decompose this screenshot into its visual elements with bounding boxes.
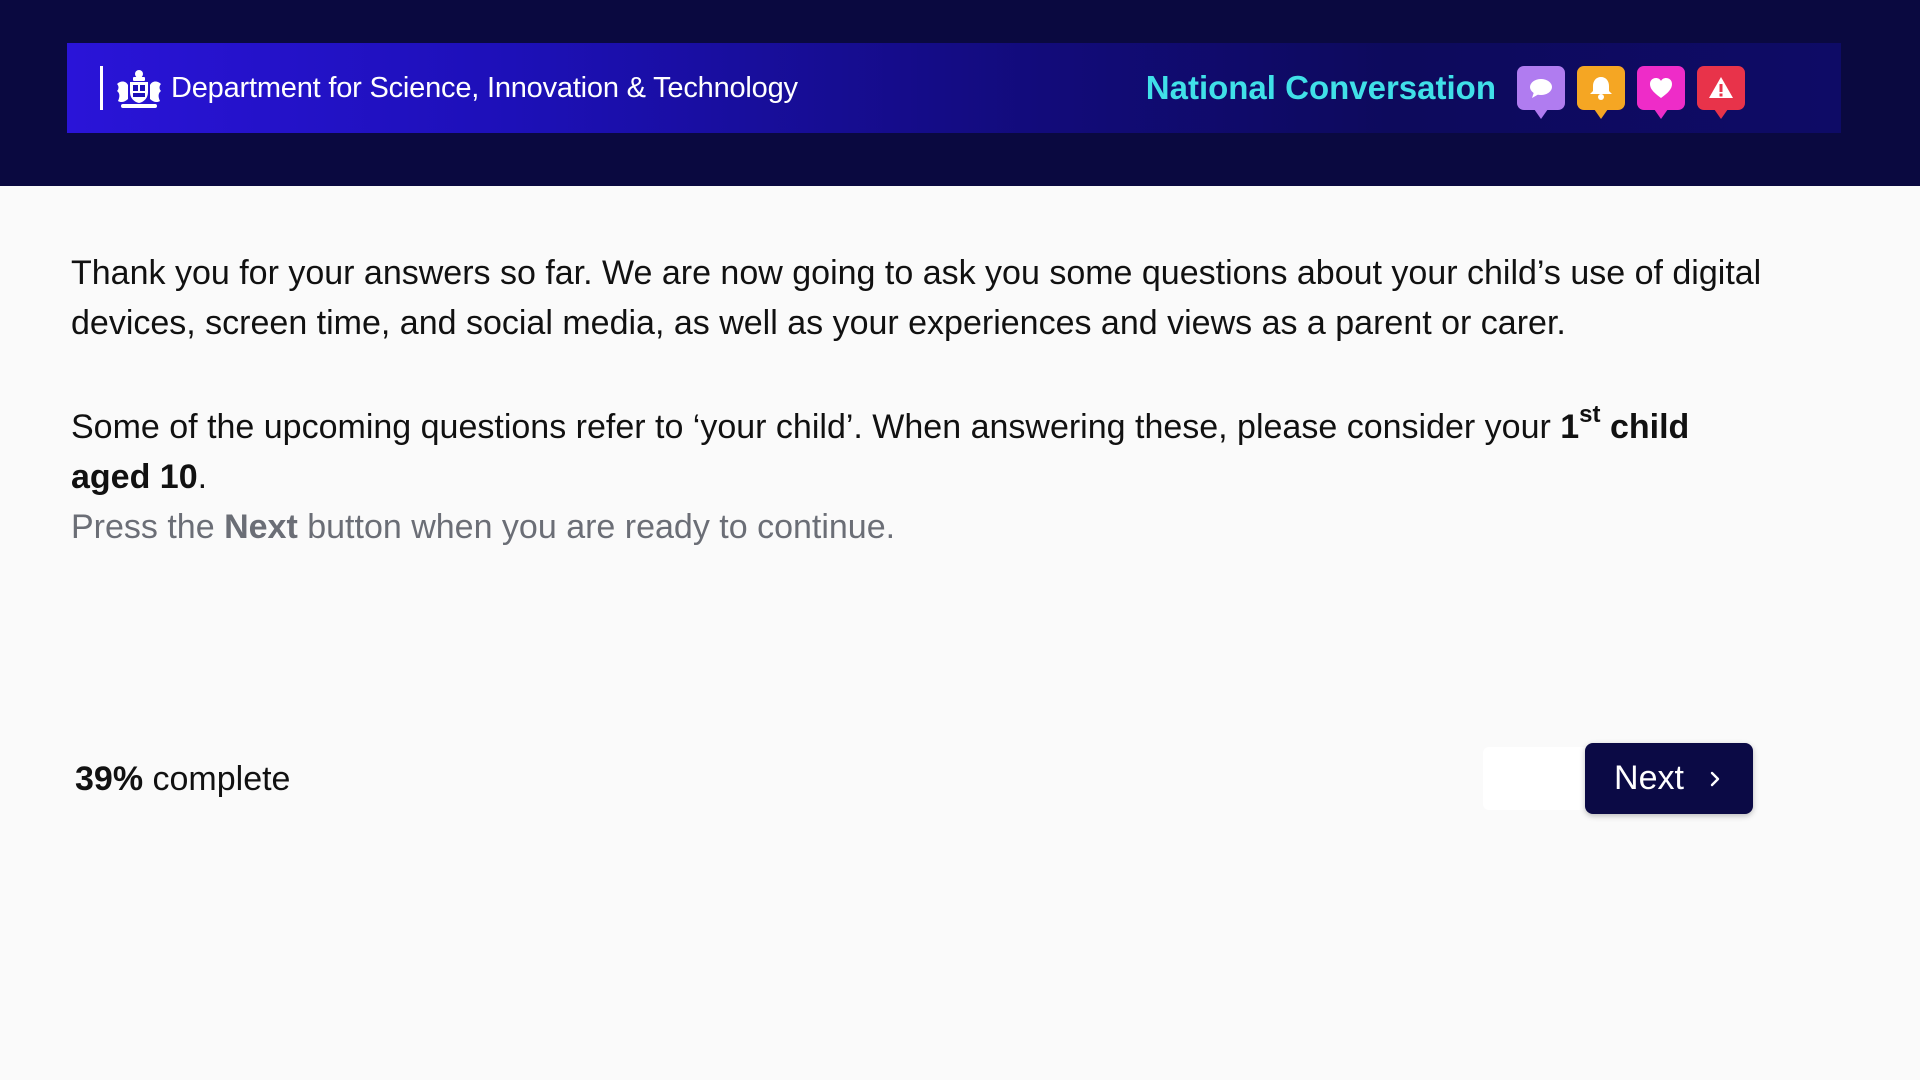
department-name: Department for Science, Innovation & Tec… <box>171 71 798 104</box>
intro-paragraph: Thank you for your answers so far. We ar… <box>71 254 1762 342</box>
chevron-right-icon <box>1710 771 1720 786</box>
navigation-buttons: Next <box>1483 743 1753 814</box>
warning-icon <box>1697 66 1745 119</box>
chat-bubble-icon <box>1517 66 1565 119</box>
heart-icon <box>1637 66 1685 119</box>
progress-label: complete <box>143 760 291 798</box>
progress-value: 39% <box>75 760 144 798</box>
header-bar: Department for Science, Innovation & Tec… <box>0 0 1920 186</box>
child-instruction: Some of the upcoming questions refer to … <box>71 400 1690 496</box>
main-content: Thank you for your answers so far. We ar… <box>71 248 1771 552</box>
next-button[interactable]: Next <box>1585 743 1753 814</box>
bell-icon <box>1577 66 1625 119</box>
brand-title: National Conversation <box>1145 69 1496 106</box>
next-instruction: Press the Next button when you are ready… <box>71 508 896 546</box>
department-logo: Department for Science, Innovation & Tec… <box>100 66 798 110</box>
progress-indicator: 39% complete <box>75 760 290 799</box>
next-button-label: Next <box>1614 759 1684 797</box>
brand-area: National Conversation <box>1146 43 1745 133</box>
royal-crest-icon <box>117 70 161 108</box>
header-banner: Department for Science, Innovation & Tec… <box>67 43 1841 133</box>
